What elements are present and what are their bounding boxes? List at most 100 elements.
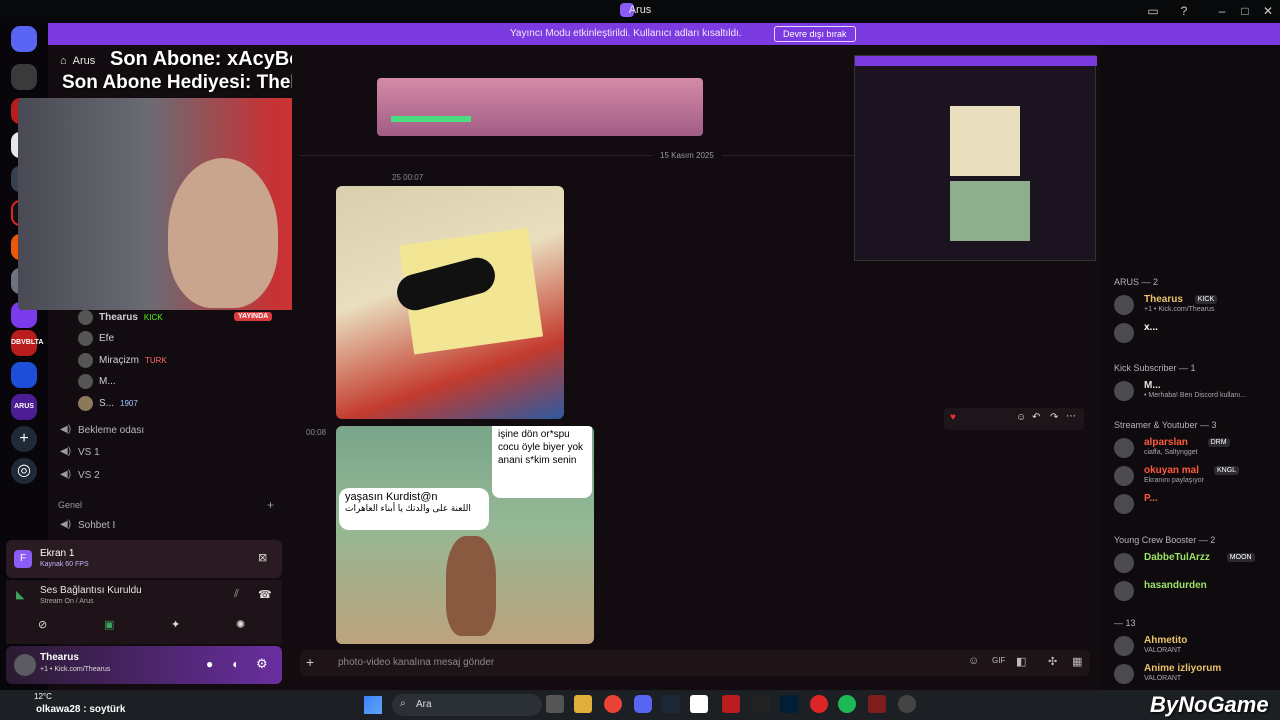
voice-channel[interactable]: ◀) VS 1 <box>60 442 100 462</box>
member-item[interactable]: M... • Merhaba! Ben Discord kullanı... <box>1114 379 1274 403</box>
voice-user[interactable]: M... <box>78 371 116 391</box>
heart-reaction-icon[interactable]: ♥ <box>950 412 956 423</box>
watermark: ByNoGame <box>1150 692 1269 717</box>
last-sub-overlay: Son Abone: xAcyBoo <box>110 48 314 70</box>
server-icon[interactable]: DBVBLTA <box>11 330 43 356</box>
close-button[interactable]: ✕ <box>1260 3 1276 19</box>
discover-icon[interactable]: ◎ <box>11 458 37 484</box>
add-reaction-icon[interactable]: ☺ <box>1016 412 1026 423</box>
photoshop-icon[interactable] <box>780 695 798 713</box>
server-icon[interactable] <box>11 64 37 90</box>
obs-icon[interactable] <box>690 695 708 713</box>
chrome-icon[interactable] <box>604 695 622 713</box>
avatar[interactable] <box>14 654 36 676</box>
gif-icon[interactable]: GIF <box>992 656 1005 665</box>
inbox-icon[interactable]: ▭ <box>1145 3 1161 19</box>
settings-gear-icon[interactable]: ⚙ <box>256 656 268 672</box>
member-name: x... <box>1144 322 1158 333</box>
member-item[interactable]: Anime izliyorum VALORANT <box>1114 662 1274 686</box>
epic-icon[interactable] <box>752 695 770 713</box>
task-view-icon[interactable] <box>546 695 564 713</box>
member-group-header: — 13 <box>1114 618 1136 628</box>
camera-off-icon[interactable]: ⊘ <box>38 618 47 631</box>
gift-icon[interactable]: ▦ <box>1072 655 1082 668</box>
sticker-icon[interactable]: ◧ <box>1016 655 1026 668</box>
weather[interactable]: 12°C <box>34 692 52 701</box>
reply-icon[interactable]: ↶ <box>1032 412 1040 423</box>
noise-icon[interactable]: ⫽ <box>234 588 239 601</box>
minimize-button[interactable]: – <box>1214 3 1230 19</box>
member-name: Anime izliyorum <box>1144 663 1222 674</box>
preview-image <box>950 181 1030 241</box>
headphones-icon[interactable]: ◖ <box>231 657 238 671</box>
file-explorer-icon[interactable] <box>574 695 592 713</box>
photo-attachment[interactable] <box>336 186 564 419</box>
voice-user[interactable]: Efe <box>78 328 114 348</box>
member-item[interactable]: DabbeTulArzz MOON <box>1114 551 1274 575</box>
add-channel-icon[interactable]: + <box>267 498 274 512</box>
discord-icon[interactable] <box>634 695 652 713</box>
emoji-icon[interactable]: ☺ <box>968 655 979 667</box>
avatar <box>78 330 93 346</box>
soundboard-icon[interactable]: ✺ <box>236 618 245 631</box>
home-icon[interactable] <box>11 26 37 52</box>
voice-user[interactable]: S... 1907 <box>78 393 138 413</box>
maximize-button[interactable]: □ <box>1237 3 1253 19</box>
steam-icon[interactable] <box>662 695 680 713</box>
member-name: P... <box>1144 493 1158 504</box>
add-attachment-icon[interactable]: + <box>306 654 314 670</box>
disconnect-icon[interactable]: ☎ <box>258 588 272 601</box>
member-item[interactable]: alparslan DRM ciaffa, Saltyngget <box>1114 436 1274 460</box>
roblox-character <box>446 536 496 636</box>
disable-streamer-mode-button[interactable]: Devre dışı bırak <box>774 26 856 42</box>
windows-start-icon[interactable] <box>364 696 382 714</box>
apps-icon[interactable]: ✣ <box>1048 655 1057 668</box>
activities-icon[interactable]: ✦ <box>171 618 180 631</box>
app-icon[interactable] <box>810 695 828 713</box>
app-icon[interactable] <box>898 695 916 713</box>
share-screen-icon[interactable]: ▣ <box>104 618 114 631</box>
server-name[interactable]: Arus <box>73 55 96 67</box>
member-badge: MOON <box>1226 553 1255 562</box>
user-status: +1 • Kick.com/Thearus <box>40 666 111 673</box>
speaker-icon: ◀) <box>60 446 72 457</box>
game-screenshot-strip[interactable] <box>377 78 703 136</box>
help-icon[interactable]: ? <box>1176 3 1192 19</box>
member-badge: KICK <box>1194 295 1218 304</box>
message-timestamp: 00:08 <box>306 428 327 437</box>
app-icon[interactable] <box>722 695 740 713</box>
stream-preview[interactable] <box>854 55 1225 261</box>
member-item[interactable]: Thearus KICK +1 • Kick.com/Thearus <box>1114 293 1274 317</box>
breadcrumb: ⌂ Arus <box>60 55 95 67</box>
mic-icon[interactable]: ● <box>206 657 213 671</box>
server-icon-arus[interactable]: ARUS <box>11 394 37 420</box>
meme-attachment[interactable]: yaşasın Kurdist@n اللعنة على والدتك يا أ… <box>336 426 594 644</box>
avatar <box>1114 323 1134 343</box>
voice-title[interactable]: Ses Bağlantısı Kuruldu <box>40 585 142 596</box>
add-server-icon[interactable]: + <box>11 426 37 452</box>
composer-input[interactable]: photo-video kanalına mesaj gönder <box>338 657 494 668</box>
category-header[interactable]: Genel <box>58 500 82 510</box>
voice-channel[interactable]: ◀) Sohbet I <box>60 515 115 535</box>
spotify-icon[interactable] <box>838 695 856 713</box>
taskbar-search[interactable]: ⌕ Ara <box>392 694 542 716</box>
member-badge: DRM <box>1207 438 1230 447</box>
member-name: Ahmetito <box>1144 635 1188 646</box>
forward-icon[interactable]: ↷ <box>1050 412 1058 423</box>
valorant-icon[interactable] <box>868 695 886 713</box>
stop-share-icon[interactable]: ⊠ <box>258 551 267 564</box>
server-icon[interactable] <box>11 362 37 388</box>
member-status: VALORANT <box>1144 675 1182 682</box>
voice-channel[interactable]: ◀) Bekleme odası <box>60 420 144 440</box>
voice-user[interactable]: Thearus KICK <box>78 307 163 327</box>
voice-user[interactable]: Miraçizm TURK <box>78 350 167 370</box>
member-item[interactable]: okuyan mal KNGL Ekranını paylaşıyor <box>1114 464 1274 488</box>
message-composer[interactable]: + photo-video kanalına mesaj gönder ☺ GI… <box>300 650 1090 676</box>
member-item[interactable]: Ahmetito VALORANT <box>1114 634 1274 658</box>
preview-image <box>950 106 1020 176</box>
member-item[interactable]: P... <box>1114 492 1274 516</box>
more-icon[interactable]: ⋯ <box>1066 411 1076 422</box>
member-item[interactable]: hasandurden <box>1114 579 1274 603</box>
voice-channel[interactable]: ◀) VS 2 <box>60 465 100 485</box>
member-item[interactable]: x... <box>1114 321 1274 345</box>
